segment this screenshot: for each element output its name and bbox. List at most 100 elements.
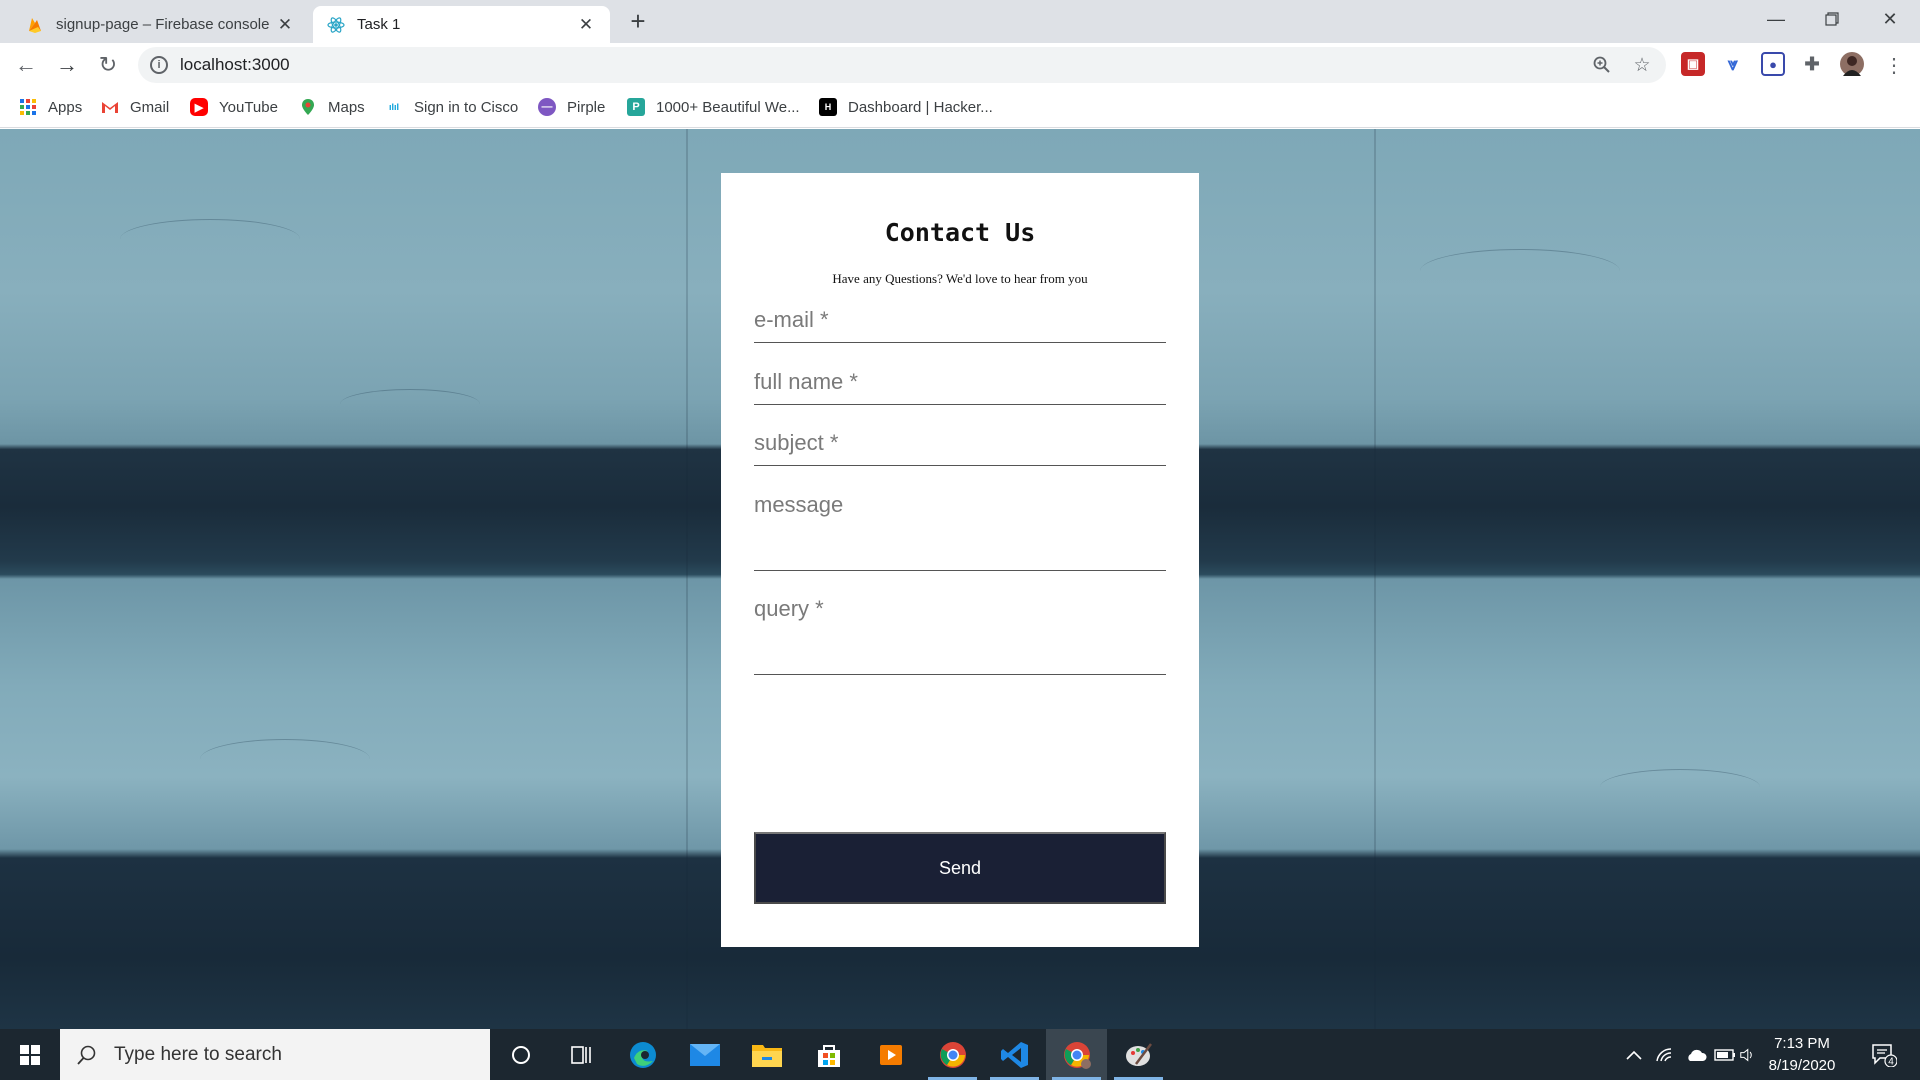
back-icon[interactable]: ←	[10, 49, 42, 81]
send-button[interactable]: Send	[754, 832, 1166, 904]
zoom-icon[interactable]	[1588, 51, 1616, 79]
reload-icon[interactable]: ↻	[92, 49, 124, 81]
maps-icon	[302, 99, 314, 115]
mail-icon[interactable]	[674, 1029, 735, 1080]
query-field[interactable]: query *	[754, 591, 1166, 675]
tab-task-1[interactable]: Task 1 ✕	[313, 6, 610, 43]
bookmarks-bar: Apps Gmail ▶ YouTube Maps ılıl Sign in t…	[0, 86, 1920, 128]
cortana-icon[interactable]	[490, 1029, 551, 1080]
extension-screen-icon[interactable]: ●	[1761, 52, 1785, 76]
tab-firebase[interactable]: signup-page – Firebase console ✕	[12, 6, 309, 43]
clock-time: 7:13 PM	[1774, 1034, 1830, 1052]
bookmark-label: Dashboard | Hacker...	[848, 98, 993, 116]
bookmark-label: Apps	[48, 98, 83, 116]
bookmark-label: Gmail	[130, 98, 170, 116]
bookmark-pirple[interactable]: — Pirple	[538, 96, 605, 118]
youtube-icon: ▶	[190, 98, 208, 116]
wifi-icon[interactable]	[1652, 1029, 1678, 1080]
email-placeholder: e-mail *	[754, 307, 829, 332]
contact-card: Contact Us Have any Questions? We'd love…	[721, 173, 1199, 947]
info-icon[interactable]: i	[150, 56, 168, 74]
close-icon[interactable]: ✕	[576, 15, 596, 35]
react-icon	[327, 16, 345, 33]
message-field[interactable]: message	[754, 486, 1166, 571]
page-title: Contact Us	[884, 218, 1036, 247]
wall-crack	[120, 219, 300, 259]
forward-icon[interactable]: →	[51, 49, 83, 81]
microsoft-store-icon[interactable]	[798, 1029, 859, 1080]
taskbar-clock[interactable]: 7:13 PM 8/19/2020	[1754, 1029, 1850, 1080]
notifications-icon[interactable]: 4	[1864, 1029, 1904, 1080]
browser-toolbar: ← → ↻ i localhost:3000 ☆ ▣ ⩔ ● ✚ ⋮	[0, 43, 1920, 86]
paint-icon[interactable]	[1108, 1029, 1169, 1080]
notification-count: 4	[1888, 1056, 1894, 1067]
volume-icon[interactable]	[1740, 1029, 1754, 1080]
bookmark-hackerrank[interactable]: H Dashboard | Hacker...	[819, 96, 993, 118]
apps-grid-icon	[20, 99, 36, 115]
extension-chevron-icon[interactable]: ⩔	[1721, 52, 1745, 76]
wall-crack	[200, 739, 370, 779]
bookmark-cisco[interactable]: ılıl Sign in to Cisco	[385, 96, 518, 118]
subject-placeholder: subject *	[754, 430, 839, 455]
bookmark-p-icon: P	[627, 98, 645, 116]
media-player-icon[interactable]	[860, 1029, 921, 1080]
chrome-icon[interactable]	[922, 1029, 983, 1080]
page-background: Contact Us Have any Questions? We'd love…	[0, 129, 1920, 1029]
bookmark-label: Maps	[328, 98, 365, 116]
menu-kebab-icon[interactable]: ⋮	[1880, 51, 1908, 79]
full-name-placeholder: full name *	[754, 369, 858, 394]
file-explorer-icon[interactable]	[736, 1029, 797, 1080]
page-subtitle: Have any Questions? We'd love to hear fr…	[832, 271, 1088, 286]
avatar[interactable]	[1840, 52, 1864, 76]
wall-seam	[686, 129, 688, 1029]
query-placeholder: query *	[754, 596, 824, 621]
bookmark-label: YouTube	[219, 98, 278, 116]
bookmark-gmail[interactable]: Gmail	[101, 96, 169, 118]
bookmark-beautiful-web[interactable]: P 1000+ Beautiful We...	[627, 96, 800, 118]
address-url: localhost:3000	[180, 55, 290, 74]
edge-icon[interactable]	[612, 1029, 673, 1080]
minimize-icon[interactable]: —	[1748, 0, 1804, 38]
search-icon	[77, 1045, 96, 1065]
pirple-icon: —	[538, 98, 556, 116]
search-placeholder: Type here to search	[114, 1043, 282, 1065]
full-name-field[interactable]: full name *	[754, 363, 1166, 405]
battery-icon[interactable]	[1712, 1029, 1738, 1080]
email-field[interactable]: e-mail *	[754, 301, 1166, 343]
address-bar[interactable]: i localhost:3000	[138, 47, 1666, 83]
task-view-icon[interactable]	[550, 1029, 611, 1080]
wall-crack	[1600, 769, 1760, 805]
vscode-icon[interactable]	[984, 1029, 1045, 1080]
chrome-profile-icon[interactable]	[1046, 1029, 1107, 1080]
hackerrank-icon: H	[819, 98, 837, 116]
extension-red-icon[interactable]: ▣	[1681, 52, 1705, 76]
firebase-icon	[29, 17, 41, 33]
windows-start-icon[interactable]	[0, 1029, 60, 1080]
onedrive-cloud-icon[interactable]	[1682, 1029, 1710, 1080]
new-tab-button[interactable]: +	[624, 8, 652, 36]
bookmark-label: Sign in to Cisco	[414, 98, 519, 116]
subject-field[interactable]: subject *	[754, 425, 1166, 466]
bookmark-label: 1000+ Beautiful We...	[656, 98, 800, 116]
window-close-icon[interactable]: ✕	[1862, 0, 1918, 38]
wall-crack	[1420, 249, 1620, 293]
taskbar: Type here to search 7:13 PM 8/19/2020 4	[0, 1029, 1920, 1080]
clock-date: 8/19/2020	[1768, 1056, 1836, 1074]
bookmark-star-icon[interactable]: ☆	[1628, 51, 1656, 79]
bookmark-apps[interactable]: Apps	[19, 96, 82, 118]
tab-strip: signup-page – Firebase console ✕ Task 1 …	[0, 0, 1920, 43]
bookmark-youtube[interactable]: ▶ YouTube	[190, 96, 278, 118]
message-placeholder: message	[754, 492, 844, 517]
bookmark-maps[interactable]: Maps	[299, 96, 365, 118]
restore-icon[interactable]	[1804, 0, 1860, 38]
taskbar-search-box[interactable]: Type here to search	[60, 1029, 490, 1080]
tab-title: Task 1	[357, 16, 401, 33]
extensions-puzzle-icon[interactable]: ✚	[1800, 52, 1824, 76]
wall-seam	[1374, 129, 1376, 1029]
close-icon[interactable]: ✕	[275, 15, 295, 35]
cisco-icon: ılıl	[388, 102, 399, 112]
bookmark-label: Pirple	[567, 98, 606, 116]
gmail-icon	[102, 102, 118, 113]
tray-chevron-up-icon[interactable]	[1622, 1029, 1646, 1080]
wall-crack	[340, 389, 480, 419]
